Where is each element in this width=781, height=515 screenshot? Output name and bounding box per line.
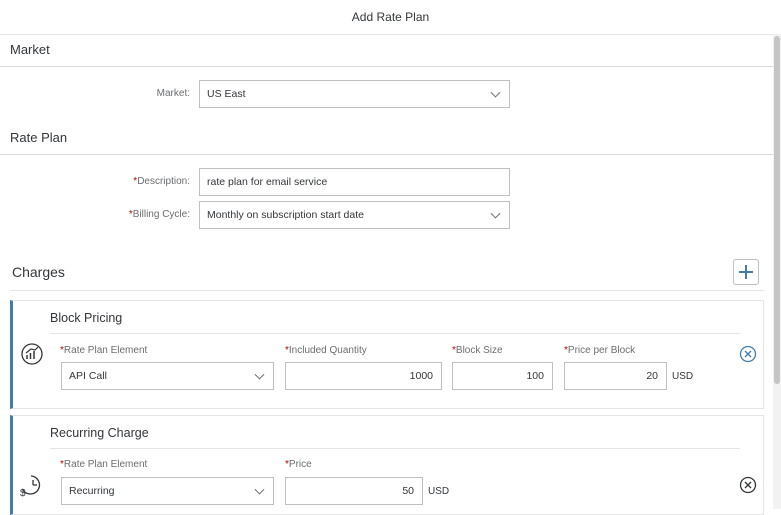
description-label: *Description:	[133, 176, 190, 187]
block-pricing-card: Block Pricing *Rate Plan Element API Cal…	[10, 300, 764, 409]
scrollbar-thumb[interactable]	[774, 36, 780, 384]
billing-cycle-label: *Billing Cycle:	[128, 209, 190, 220]
plus-icon	[739, 265, 753, 279]
charges-section-title: Charges	[12, 264, 65, 280]
currency-label: USD	[428, 486, 450, 497]
block-size-value: 100	[526, 370, 544, 382]
chevron-down-icon	[490, 208, 501, 219]
billing-cycle-value: Monthly on subscription start date	[207, 209, 364, 221]
included-quantity-label: *Included Quantity	[285, 345, 367, 356]
price-value: 50	[402, 485, 414, 497]
currency-label: USD	[672, 371, 694, 382]
billing-cycle-select[interactable]: Monthly on subscription start date	[199, 201, 510, 229]
recurring-element-select[interactable]: Recurring	[61, 477, 274, 505]
block-size-label: *Block Size	[452, 345, 503, 356]
description-input[interactable]: rate plan for email service	[199, 168, 510, 196]
price-label: *Price	[285, 459, 312, 470]
block-element-select[interactable]: API Call	[61, 362, 274, 390]
included-quantity-value: 1000	[409, 370, 433, 382]
block-element-value: API Call	[69, 370, 107, 382]
recurring-element-label: *Rate Plan Element	[60, 459, 148, 470]
recurring-charge-card: Recurring Charge $ *Rate Plan Element Re…	[10, 415, 764, 515]
divider	[10, 290, 764, 291]
chevron-down-icon	[254, 484, 265, 495]
svg-text:$: $	[20, 488, 26, 498]
dollar-clock-icon: $	[20, 475, 41, 498]
market-select[interactable]: US East	[199, 80, 510, 108]
add-charge-button[interactable]	[733, 259, 759, 285]
divider	[0, 154, 773, 155]
divider	[0, 66, 773, 67]
price-per-block-input[interactable]: 20	[564, 362, 667, 390]
rate-plan-section-title: Rate Plan	[10, 130, 68, 145]
remove-circle-icon[interactable]	[739, 345, 757, 363]
market-section-title: Market	[10, 42, 50, 57]
price-per-block-value: 20	[646, 370, 658, 382]
chart-circle-icon	[21, 343, 43, 365]
block-element-label: *Rate Plan Element	[60, 345, 148, 356]
market-label: Market:	[156, 88, 190, 99]
dialog-title: Add Rate Plan	[0, 0, 781, 35]
chevron-down-icon	[254, 369, 265, 380]
remove-circle-icon[interactable]	[739, 476, 757, 494]
market-select-value: US East	[207, 88, 246, 100]
description-input-value: rate plan for email service	[207, 176, 328, 188]
chevron-down-icon	[490, 87, 501, 98]
block-size-input[interactable]: 100	[452, 362, 553, 390]
block-pricing-title: Block Pricing	[50, 311, 123, 325]
scrollbar[interactable]	[773, 34, 781, 509]
recurring-charge-title: Recurring Charge	[50, 426, 149, 440]
divider	[50, 448, 740, 449]
price-per-block-label: *Price per Block	[564, 345, 636, 356]
included-quantity-input[interactable]: 1000	[285, 362, 442, 390]
price-input[interactable]: 50	[285, 477, 423, 505]
divider	[50, 333, 740, 334]
recurring-element-value: Recurring	[69, 485, 115, 497]
